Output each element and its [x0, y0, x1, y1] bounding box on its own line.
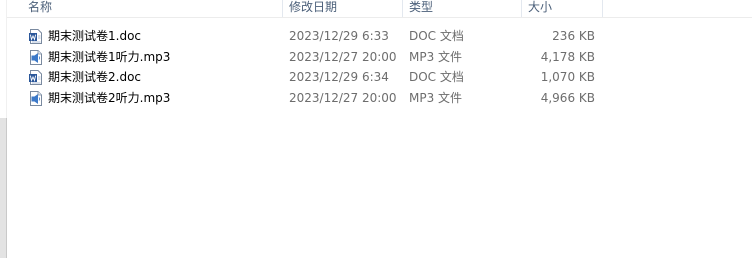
file-row[interactable]: 期末测试卷1听力.mp3 2023/12/27 20:00 MP3 文件 4,1… — [0, 47, 752, 68]
column-header-size[interactable]: 大小 — [528, 0, 552, 17]
file-type: MP3 文件 — [409, 49, 463, 64]
column-divider[interactable] — [402, 0, 403, 17]
file-name[interactable]: 期末测试卷1听力.mp3 — [48, 47, 170, 67]
file-name[interactable]: 期末测试卷2.doc — [48, 67, 141, 87]
column-divider[interactable] — [282, 0, 283, 17]
file-modified-date: 2023/12/27 20:00 — [289, 90, 397, 105]
column-divider[interactable] — [602, 0, 603, 17]
file-row[interactable]: 期末测试卷1.doc 2023/12/29 6:33 DOC 文档 236 KB — [0, 26, 752, 47]
file-size: 236 KB — [552, 29, 595, 43]
word-doc-icon — [29, 70, 42, 85]
column-header-type[interactable]: 类型 — [409, 0, 433, 17]
file-row[interactable]: 期末测试卷2听力.mp3 2023/12/27 20:00 MP3 文件 4,9… — [0, 88, 752, 109]
navigation-pane-scrollbar[interactable] — [0, 118, 7, 258]
mp3-audio-icon — [29, 49, 42, 65]
file-type: MP3 文件 — [409, 90, 463, 105]
file-row[interactable]: 期末测试卷2.doc 2023/12/29 6:34 DOC 文档 1,070 … — [0, 67, 752, 88]
file-type: DOC 文档 — [409, 70, 464, 84]
column-divider[interactable] — [521, 0, 522, 17]
file-size: 1,070 KB — [540, 70, 595, 84]
word-doc-icon — [29, 29, 42, 44]
file-list-pane: 名称 修改日期 类型 大小 期末测试卷1.doc 2023/12/29 6:33 — [0, 0, 752, 258]
file-modified-date: 2023/12/29 6:34 — [289, 70, 389, 84]
column-header-bar: 名称 修改日期 类型 大小 — [7, 0, 752, 18]
file-name[interactable]: 期末测试卷1.doc — [48, 26, 141, 46]
column-header-date[interactable]: 修改日期 — [289, 0, 337, 17]
file-list: 期末测试卷1.doc 2023/12/29 6:33 DOC 文档 236 KB… — [0, 26, 752, 108]
file-size: 4,966 KB — [540, 90, 595, 105]
file-type: DOC 文档 — [409, 29, 464, 43]
column-header-name[interactable]: 名称 — [28, 0, 52, 17]
file-name[interactable]: 期末测试卷2听力.mp3 — [48, 88, 170, 108]
file-modified-date: 2023/12/29 6:33 — [289, 29, 389, 43]
file-size: 4,178 KB — [540, 49, 595, 64]
file-modified-date: 2023/12/27 20:00 — [289, 49, 397, 64]
mp3-audio-icon — [29, 90, 42, 106]
